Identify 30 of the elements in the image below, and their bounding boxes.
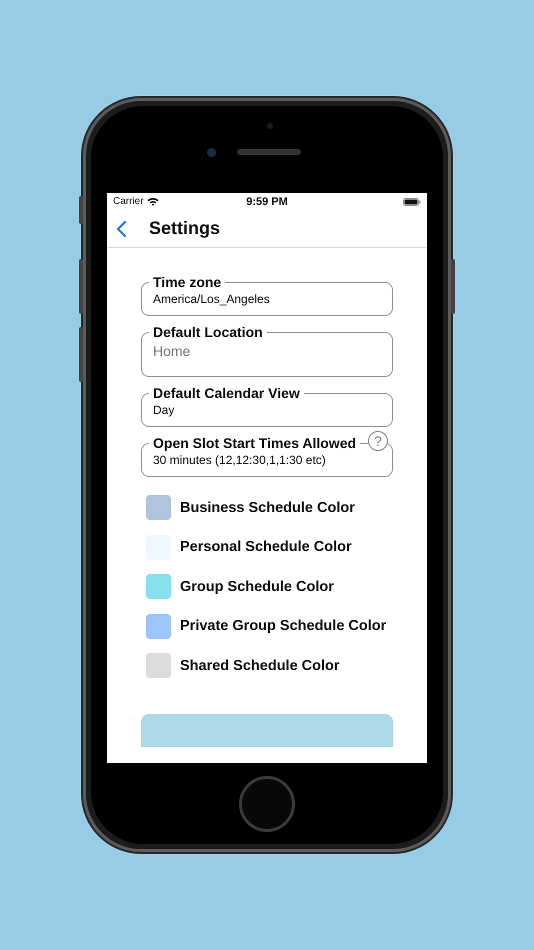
- color-swatch[interactable]: [146, 614, 171, 638]
- color-label: Group Schedule Color: [180, 578, 334, 594]
- color-swatch[interactable]: [146, 495, 171, 520]
- input-field[interactable]: Time zone America/Los_Angeles: [141, 274, 393, 316]
- field-label: Time zone: [152, 274, 222, 290]
- help-button[interactable]: ?: [368, 431, 388, 451]
- color-label: Business Schedule Color: [180, 500, 355, 516]
- field-label: Default Calendar View: [152, 385, 301, 401]
- input-field[interactable]: Default Location Home: [141, 324, 393, 377]
- color-swatch[interactable]: [146, 653, 171, 678]
- volume-button[interactable]: [79, 327, 83, 382]
- wifi-icon: [146, 197, 159, 206]
- speaker-grille: [237, 149, 301, 155]
- page-title: Settings: [149, 218, 220, 239]
- color-label: Private Group Schedule Color: [180, 618, 386, 634]
- field-label: Default Location: [152, 324, 264, 340]
- battery-icon: [403, 198, 421, 206]
- field-label: Open Slot Start Times Allowed: [152, 435, 358, 451]
- clock-time: 9:59 PM: [246, 196, 288, 208]
- power-button[interactable]: [451, 259, 455, 314]
- color-label: Personal Schedule Color: [180, 539, 352, 555]
- side-button[interactable]: [79, 196, 83, 224]
- camera-icon: [207, 148, 216, 157]
- color-swatch[interactable]: [146, 574, 171, 599]
- carrier-label: Carrier: [113, 196, 144, 207]
- color-label: Shared Schedule Color: [180, 658, 340, 674]
- input-field[interactable]: Default Calendar View Day: [141, 385, 393, 427]
- back-icon[interactable]: [115, 220, 129, 238]
- volume-button[interactable]: [79, 259, 83, 314]
- sensor-icon: [267, 123, 273, 129]
